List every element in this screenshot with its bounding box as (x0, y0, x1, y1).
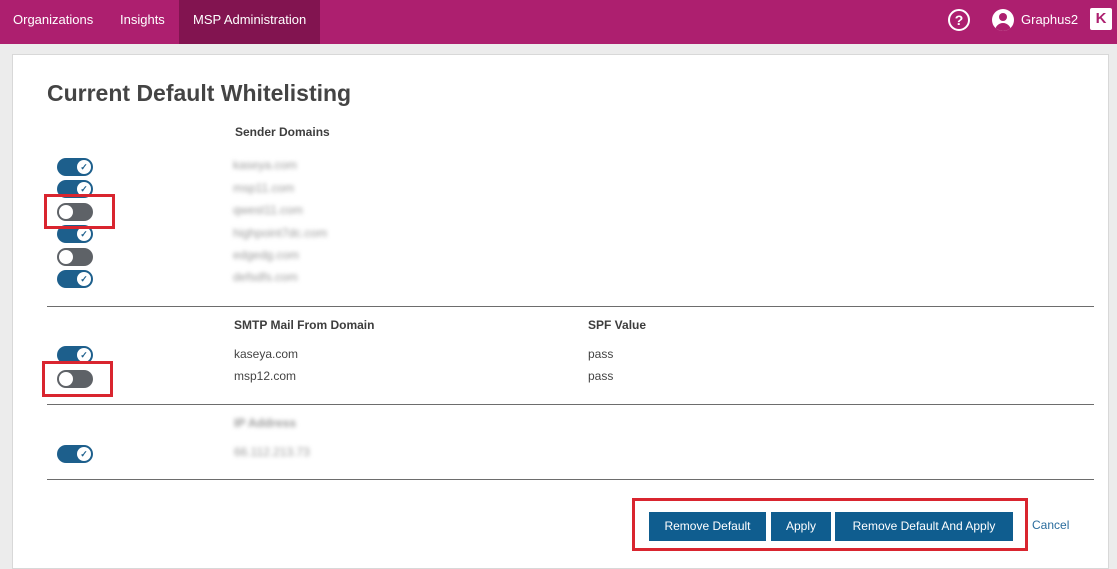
highlight-box (42, 361, 113, 397)
top-navigation-bar: Organizations Insights MSP Administratio… (0, 0, 1117, 44)
check-icon: ✓ (77, 272, 91, 286)
nav-msp-administration[interactable]: MSP Administration (179, 0, 321, 44)
sender-domains-header: Sender Domains (235, 125, 330, 139)
section-divider (47, 479, 1094, 480)
cancel-link[interactable]: Cancel (1032, 518, 1069, 532)
check-icon: ✓ (77, 160, 91, 174)
kaseya-logo-icon: K (1090, 8, 1112, 30)
sender-domain-2: msp11.com (233, 181, 295, 195)
sender-toggle-6[interactable]: ✓ (57, 270, 93, 288)
nav-organizations[interactable]: Organizations (13, 0, 93, 44)
ip-address-1: 66.112.213.73 (234, 445, 310, 459)
sender-domain-3: qwest11.com (233, 203, 303, 217)
sender-toggle-1[interactable]: ✓ (57, 158, 93, 176)
check-icon: ✓ (77, 227, 91, 241)
nav-insights[interactable]: Insights (120, 0, 165, 44)
sender-domain-6: defsdfs.com (233, 270, 298, 284)
spf-value-header: SPF Value (588, 318, 647, 332)
section-divider (47, 306, 1094, 307)
sender-domain-4: highpoint7dc.com (233, 226, 328, 240)
check-icon: ✓ (77, 447, 91, 461)
spf-value-1: pass (588, 347, 614, 361)
help-icon[interactable]: ? (948, 9, 970, 31)
check-icon: ✓ (77, 348, 91, 362)
spf-value-2: pass (588, 369, 614, 383)
ip-toggle-1[interactable]: ✓ (57, 445, 93, 463)
sender-domain-1: kaseya.com (233, 158, 298, 172)
remove-default-and-apply-button[interactable]: Remove Default And Apply (835, 512, 1013, 541)
smtp-domain-1: kaseya.com (234, 347, 299, 361)
main-panel (12, 54, 1109, 569)
smtp-domain-header: SMTP Mail From Domain (234, 318, 375, 332)
remove-default-button[interactable]: Remove Default (649, 512, 766, 541)
ip-address-header: IP Address (234, 416, 297, 430)
apply-button[interactable]: Apply (771, 512, 831, 541)
highlight-box (44, 194, 115, 229)
user-avatar-icon[interactable] (992, 9, 1014, 31)
smtp-domain-2: msp12.com (234, 369, 297, 383)
page-title: Current Default Whitelisting (47, 80, 352, 106)
sender-domain-5: edgedg.com (233, 248, 300, 262)
section-divider (47, 404, 1094, 405)
sender-toggle-5[interactable] (57, 248, 93, 266)
user-name[interactable]: Graphus2 (1021, 0, 1078, 40)
